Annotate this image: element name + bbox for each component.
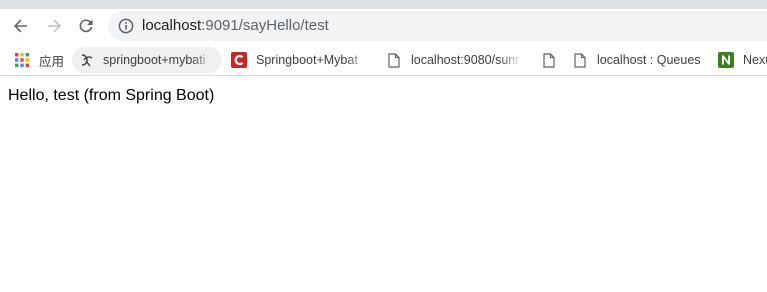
tab-strip <box>0 0 767 9</box>
url-host: localhost <box>142 17 202 34</box>
bookmark-label: Nexu <box>743 53 767 67</box>
bookmark-springboot-mybatis-2[interactable]: Springboot+Mybat <box>231 45 369 75</box>
address-bar[interactable]: localhost:9091/sayHello/test <box>108 11 767 41</box>
page-icon <box>541 52 557 68</box>
n-logo-icon <box>718 52 734 68</box>
bookmark-springboot-mybatis[interactable]: springboot+mybati <box>72 47 222 73</box>
toolbar: localhost:9091/sayHello/test <box>0 9 767 45</box>
page-icon <box>386 52 402 68</box>
bookmarks-bar: 应用 springboot+mybati Springboot+Mybat lo… <box>0 45 767 76</box>
bookmark-label: localhost : Queues <box>597 53 701 67</box>
bookmark-apps[interactable]: 应用 <box>14 45 74 75</box>
bookmark-label: springboot+mybati <box>103 53 206 67</box>
forward-button[interactable] <box>41 13 67 39</box>
bookmark-label: localhost:9080/sunr <box>411 53 520 67</box>
apps-grid-icon <box>14 52 30 68</box>
bookmark-label: Springboot+Mybat <box>256 53 358 67</box>
page-message: Hello, test (from Spring Boot) <box>8 87 215 104</box>
bookmark-apps-label: 应用 <box>39 54 65 69</box>
arrow-right-icon <box>48 19 61 33</box>
c-logo-icon <box>231 52 247 68</box>
arrow-left-icon <box>14 19 27 33</box>
back-button[interactable] <box>8 13 34 39</box>
page-icon <box>572 52 588 68</box>
browser-window: localhost:9091/sayHello/test 应用 springbo… <box>0 0 767 292</box>
url-text[interactable]: localhost:9091/sayHello/test <box>142 11 329 41</box>
url-path: :9091/sayHello/test <box>201 17 329 34</box>
swirl-icon <box>78 52 94 68</box>
info-icon[interactable] <box>118 18 134 34</box>
reload-icon <box>79 19 93 33</box>
bookmark-localhost-9080[interactable]: localhost:9080/sunr <box>386 45 522 75</box>
page-content: Hello, test (from Spring Boot) <box>0 76 767 292</box>
reload-button[interactable] <box>73 13 99 39</box>
bookmark-nexus[interactable]: Nexu <box>718 45 767 75</box>
bookmark-untitled[interactable] <box>541 45 561 75</box>
bookmark-localhost-queues[interactable]: localhost : Queues <box>572 45 707 75</box>
